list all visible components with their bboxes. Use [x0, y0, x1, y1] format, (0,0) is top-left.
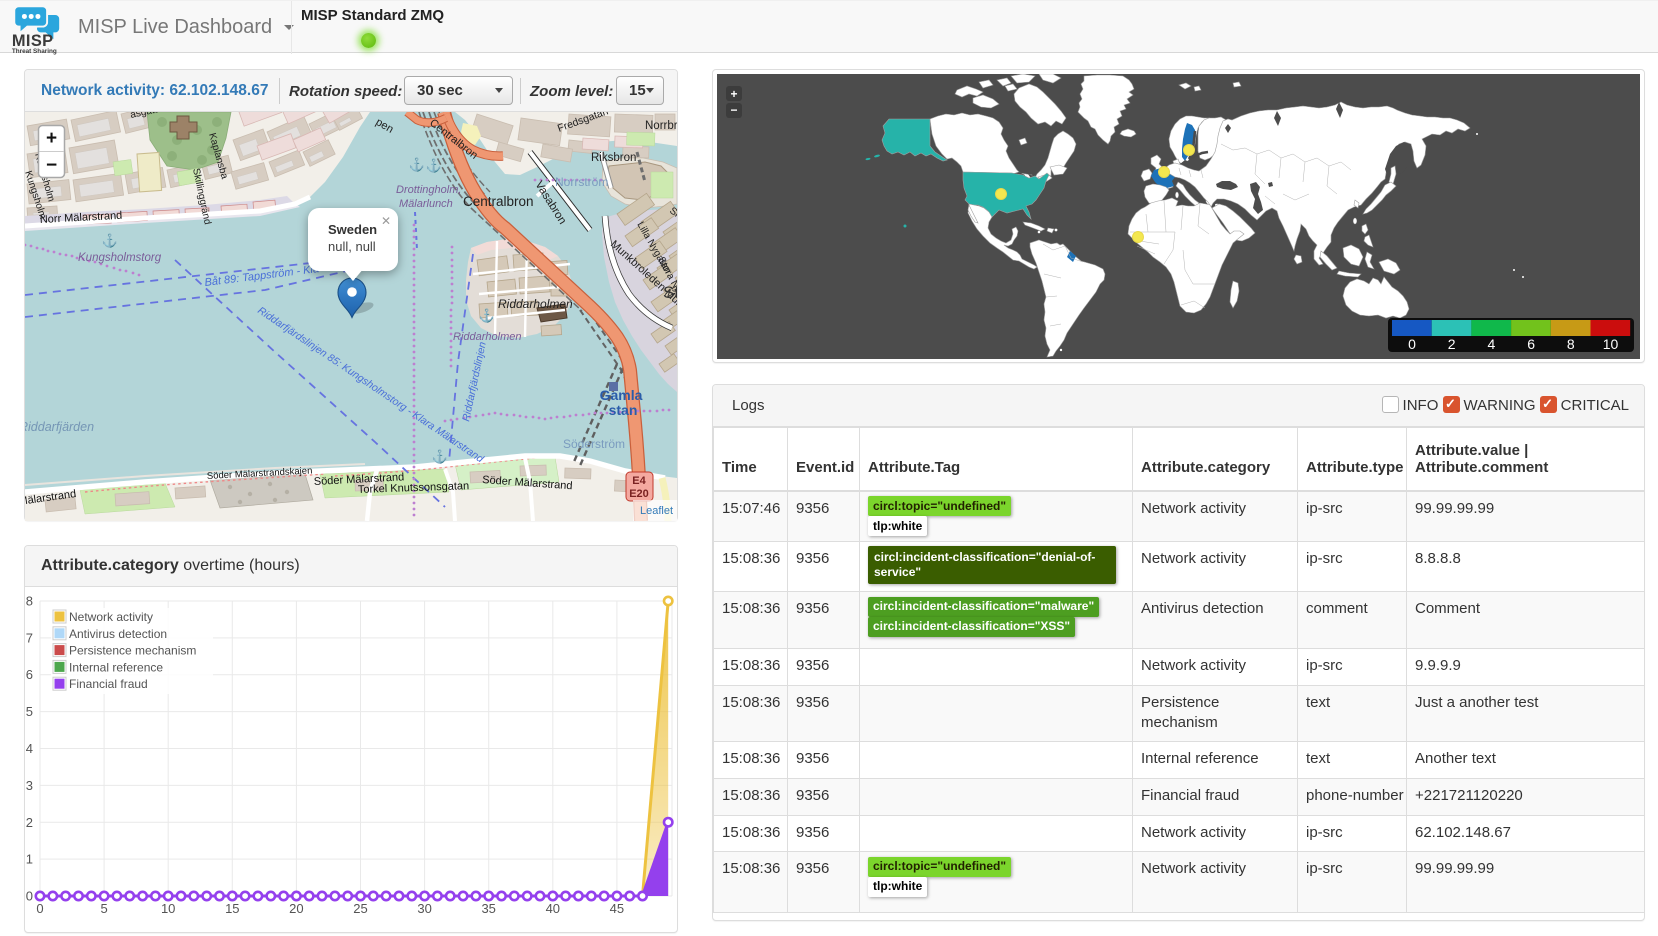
svg-text:5: 5 [100, 901, 107, 916]
svg-text:1: 1 [26, 852, 33, 867]
svg-text:30: 30 [417, 901, 431, 916]
svg-text:✕: ✕ [381, 214, 391, 228]
svg-text:Antivirus detection: Antivirus detection [69, 627, 167, 641]
svg-text:+: + [46, 128, 57, 149]
svg-text:Centralbron: Centralbron [463, 194, 534, 209]
svg-text:⚓: ⚓ [479, 308, 495, 323]
svg-text:Riddarholmen: Riddarholmen [498, 297, 573, 311]
svg-text:8: 8 [1567, 336, 1575, 352]
svg-text:−: − [46, 155, 57, 176]
svg-text:2: 2 [26, 815, 33, 830]
svg-text:Leaflet: Leaflet [640, 505, 673, 517]
svg-text:Mälarlunch: Mälarlunch [399, 198, 453, 210]
svg-text:0: 0 [1408, 336, 1416, 352]
svg-text:⚓: ⚓ [409, 157, 425, 172]
svg-text:Threat Sharing: Threat Sharing [12, 48, 57, 55]
svg-text:4: 4 [1488, 336, 1496, 352]
svg-text:10: 10 [1603, 336, 1619, 352]
svg-text:−: − [730, 103, 737, 117]
svg-text:St: St [663, 283, 677, 302]
svg-text:6: 6 [26, 667, 33, 682]
svg-text:Network activity: Network activity [69, 610, 153, 624]
svg-text:2: 2 [1448, 336, 1456, 352]
svg-text:6: 6 [1527, 336, 1535, 352]
svg-text:Norrbr: Norrbr [645, 120, 677, 132]
svg-text:Financial fraud: Financial fraud [69, 677, 148, 691]
svg-text:40: 40 [546, 901, 560, 916]
svg-text:10: 10 [161, 901, 175, 916]
svg-text:Gamla: Gamla [600, 387, 643, 403]
svg-text:4: 4 [26, 741, 33, 756]
svg-text:Riddarholmen: Riddarholmen [453, 331, 521, 343]
svg-text:5: 5 [26, 704, 33, 719]
svg-text:⚓: ⚓ [426, 158, 442, 173]
svg-text:20: 20 [289, 901, 303, 916]
svg-text:0: 0 [26, 889, 33, 904]
svg-text:8: 8 [26, 594, 33, 609]
svg-text:7: 7 [26, 630, 33, 645]
svg-text:Söderström: Söderström [563, 437, 625, 451]
svg-text:3: 3 [26, 778, 33, 793]
svg-text:stan: stan [609, 402, 638, 418]
svg-text:+: + [730, 87, 737, 101]
svg-text:Internal reference: Internal reference [69, 660, 163, 674]
svg-text:45: 45 [610, 901, 624, 916]
svg-text:E20: E20 [629, 488, 649, 500]
svg-text:Drottingholm,: Drottingholm, [396, 184, 461, 196]
svg-text:15: 15 [225, 901, 239, 916]
svg-text:E4: E4 [632, 475, 646, 487]
svg-text:Riddarfjärden: Riddarfjärden [25, 420, 94, 434]
svg-text:0: 0 [36, 901, 43, 916]
svg-text:Norrström: Norrström [555, 175, 608, 189]
svg-text:null, null: null, null [328, 239, 376, 254]
svg-text:35: 35 [481, 901, 495, 916]
svg-text:⚓: ⚓ [432, 449, 448, 464]
svg-text:Riksbron: Riksbron [591, 152, 636, 164]
svg-text:Kungsholmstorg: Kungsholmstorg [78, 252, 162, 264]
svg-text:⚓: ⚓ [102, 233, 118, 248]
svg-text:25: 25 [353, 901, 367, 916]
svg-text:Sweden: Sweden [328, 222, 377, 237]
svg-text:Persistence mechanism: Persistence mechanism [69, 644, 196, 658]
